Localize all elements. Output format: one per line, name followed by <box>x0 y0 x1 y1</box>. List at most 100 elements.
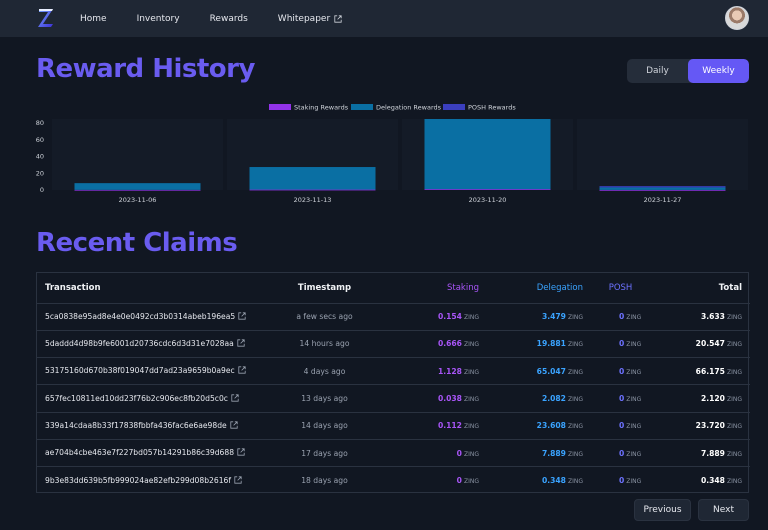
table-row: 53175160d670b38f019047dd7ad23a9659b0a9ec… <box>37 357 750 386</box>
unit-label: ZING <box>463 423 479 431</box>
col-delegation: Delegation <box>487 273 591 304</box>
weekly-toggle-button[interactable]: Weekly <box>688 59 749 83</box>
col-posh: POSH <box>591 273 650 304</box>
unit-label: ZING <box>463 341 479 349</box>
total-value: 7.889 <box>700 448 725 458</box>
col-transaction: Transaction <box>37 273 257 304</box>
delegation-cell: 19.881 ZING <box>487 330 591 359</box>
total-cell: 3.633 ZING <box>650 303 750 331</box>
unit-label: ZING <box>726 423 742 431</box>
staking-value: 0.666 <box>437 339 462 349</box>
unit-label: ZING <box>567 396 583 404</box>
timestamp-cell: a few secs ago <box>257 303 392 331</box>
legend-label: Delegation Rewards <box>376 104 442 112</box>
bar-segment <box>74 183 201 190</box>
transaction-cell: 5daddd4d98b9fe6001d20736cdc6d3d31e7028aa <box>37 330 257 359</box>
delegation-cell: 65.047 ZING <box>487 357 591 386</box>
posh-value: 0 <box>619 339 625 349</box>
unit-label: ZING <box>567 341 583 349</box>
external-link-icon[interactable] <box>237 448 245 458</box>
period-toggle: Daily Weekly <box>627 59 749 83</box>
staking-cell: 0.666 ZING <box>392 330 487 359</box>
reward-history-title: Reward History <box>36 54 255 84</box>
unit-label: ZING <box>626 450 642 458</box>
transaction-link[interactable]: ae704b4cbe463e7f227bd057b14291b86c39d688 <box>45 448 234 457</box>
unit-label: ZING <box>726 341 742 349</box>
legend-label: POSH Rewards <box>468 104 516 112</box>
unit-label: ZING <box>726 450 742 458</box>
external-link-icon[interactable] <box>231 393 239 404</box>
posh-value: 0 <box>619 312 625 322</box>
daily-toggle-button[interactable]: Daily <box>627 59 688 83</box>
total-cell: 20.547 ZING <box>650 330 750 359</box>
total-value: 3.633 <box>700 312 725 322</box>
staking-cell: 0.038 ZING <box>392 384 487 413</box>
delegation-value: 2.082 <box>541 394 566 404</box>
unit-label: ZING <box>463 396 479 404</box>
delegation-value: 65.047 <box>536 366 566 376</box>
col-total: Total <box>650 273 750 304</box>
unit-label: ZING <box>463 478 479 486</box>
external-link-icon[interactable] <box>237 339 245 349</box>
external-link-icon[interactable] <box>234 476 242 486</box>
transaction-link[interactable]: 657fec10811ed10dd23f76b2c906ec8fb20d5c0c <box>45 394 228 403</box>
nav-link-whitepaper[interactable]: Whitepaper <box>278 14 342 24</box>
transaction-link[interactable]: 5daddd4d98b9fe6001d20736cdc6d3d31e7028aa <box>45 339 234 348</box>
unit-label: ZING <box>567 368 583 376</box>
nav-link-label: Home <box>80 13 107 24</box>
delegation-cell: 23.608 ZING <box>487 412 591 440</box>
transaction-link[interactable]: 5ca0838e95ad8e4e0e0492cd3b0314abeb196ea5 <box>45 312 235 321</box>
unit-label: ZING <box>626 341 642 349</box>
external-link-icon[interactable] <box>238 312 246 322</box>
unit-label: ZING <box>626 368 642 376</box>
timestamp-cell: 14 hours ago <box>257 330 392 359</box>
posh-value: 0 <box>619 421 625 431</box>
timestamp-cell: 14 days ago <box>257 412 392 440</box>
total-cell: 0.348 ZING <box>650 467 750 494</box>
top-navbar: Home Inventory Rewards Whitepaper <box>0 0 768 37</box>
external-link-icon[interactable] <box>230 421 238 431</box>
staking-value: 1.128 <box>437 366 462 376</box>
total-value: 2.120 <box>700 394 725 404</box>
staking-cell: 0.154 ZING <box>392 303 487 331</box>
nav-link-inventory[interactable]: Inventory <box>137 14 180 24</box>
x-tick-label: 2023-11-13 <box>294 196 332 204</box>
external-link-icon[interactable] <box>238 366 246 376</box>
unit-label: ZING <box>463 368 479 376</box>
bar-segment <box>424 119 551 190</box>
transaction-cell: 53175160d670b38f019047dd7ad23a9659b0a9ec <box>37 357 257 386</box>
transaction-link[interactable]: 9b3e83dd639b5fb999024ae82efb299d08b2616f <box>45 476 231 485</box>
table-header-row: Transaction Timestamp Staking Delegation… <box>37 273 750 304</box>
total-cell: 23.720 ZING <box>650 412 750 440</box>
transaction-link[interactable]: 339a14cdaa8b33f17838fbbfa436fac6e6ae98de <box>45 421 227 430</box>
posh-value: 0 <box>619 394 625 404</box>
unit-label: ZING <box>463 450 479 458</box>
unit-label: ZING <box>463 314 479 322</box>
x-tick-label: 2023-11-20 <box>469 196 507 204</box>
transaction-link[interactable]: 53175160d670b38f019047dd7ad23a9659b0a9ec <box>45 366 235 375</box>
timestamp-cell: 13 days ago <box>257 384 392 413</box>
delegation-cell: 3.479 ZING <box>487 303 591 331</box>
staking-cell: 0.112 ZING <box>392 412 487 440</box>
nav-link-home[interactable]: Home <box>80 14 107 24</box>
nav-link-rewards[interactable]: Rewards <box>210 14 248 24</box>
delegation-cell: 0.348 ZING <box>487 467 591 494</box>
posh-value: 0 <box>619 448 625 458</box>
bar-segment <box>599 189 726 191</box>
zing-logo-icon[interactable] <box>36 7 56 29</box>
previous-page-button[interactable]: Previous <box>634 499 691 521</box>
unit-label: ZING <box>726 396 742 404</box>
staking-cell: 1.128 ZING <box>392 357 487 386</box>
user-avatar[interactable] <box>725 6 749 30</box>
total-value: 66.175 <box>695 366 725 376</box>
next-page-button[interactable]: Next <box>698 499 749 521</box>
unit-label: ZING <box>567 450 583 458</box>
staking-value: 0.112 <box>437 421 462 431</box>
col-timestamp: Timestamp <box>257 273 392 304</box>
delegation-value: 7.889 <box>541 448 566 458</box>
staking-cell: 0 ZING <box>392 467 487 494</box>
bar-segment <box>424 189 551 190</box>
y-tick-label: 0 <box>40 186 44 194</box>
unit-label: ZING <box>726 478 742 486</box>
unit-label: ZING <box>626 423 642 431</box>
